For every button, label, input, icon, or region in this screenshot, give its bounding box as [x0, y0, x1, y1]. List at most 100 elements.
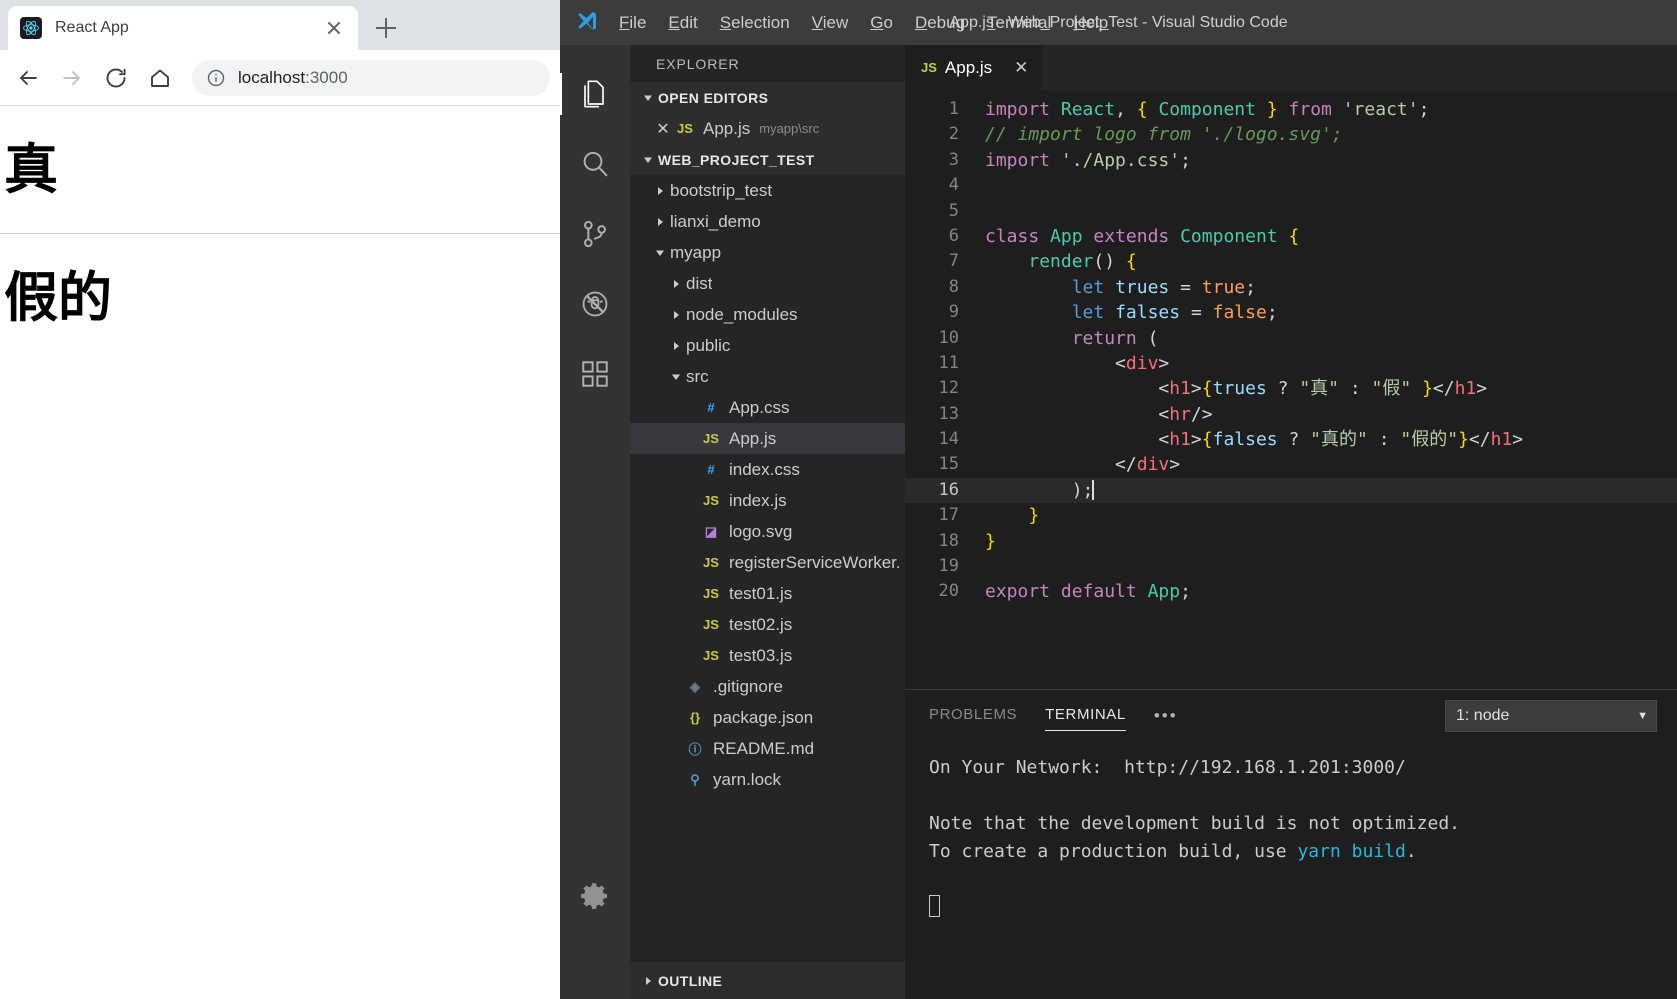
chevron-right-icon [668, 276, 684, 292]
tree-file[interactable]: JS registerServiceWorker.js [630, 547, 905, 578]
address-bar[interactable]: localhost:3000 [192, 59, 550, 96]
menu-item-view[interactable]: View [801, 9, 860, 37]
reload-icon[interactable] [98, 60, 134, 96]
close-icon[interactable] [322, 16, 346, 40]
menu-item-edit[interactable]: Edit [657, 9, 708, 37]
tree-folder[interactable]: bootstrip_test [630, 175, 905, 206]
arrow-left-icon[interactable] [10, 60, 46, 96]
tree-file[interactable]: JS test02.js [630, 609, 905, 640]
menu-item-terminal[interactable]: Terminal [976, 9, 1062, 37]
browser-window: React App localhost:3000 真 假的 [0, 0, 560, 999]
tree-file[interactable]: # App.css [630, 392, 905, 423]
terminal-instance-select[interactable]: 1: node ▼ [1445, 700, 1657, 732]
tree-file[interactable]: {} package.json [630, 702, 905, 733]
tree-file[interactable]: ◪ logo.svg [630, 516, 905, 547]
activity-bar [560, 45, 630, 999]
editor-tab-bar: JS App.js ✕ [905, 45, 1677, 90]
menu-item-file[interactable]: File [608, 9, 657, 37]
code-editor[interactable]: 1 import React, { Component } from 'react… [905, 90, 1677, 689]
code-line[interactable]: 3 import './App.css'; [905, 148, 1677, 173]
code-line[interactable]: 6 class App extends Component { [905, 224, 1677, 249]
code-line[interactable]: 17 } [905, 503, 1677, 528]
line-number: 12 [938, 378, 959, 399]
tree-file[interactable]: ◈ .gitignore [630, 671, 905, 702]
tree-file[interactable]: ⚲ yarn.lock [630, 764, 905, 795]
debug-no-icon[interactable] [560, 269, 630, 339]
code-line[interactable]: 15 </div> [905, 452, 1677, 477]
files-explorer-icon[interactable] [560, 59, 630, 129]
extensions-icon[interactable] [560, 339, 630, 409]
bottom-panel: PROBLEMS TERMINAL ••• 1: node ▼ On Your … [905, 689, 1677, 999]
tree-folder[interactable]: lianxi_demo [630, 206, 905, 237]
code-line[interactable]: 4 [905, 173, 1677, 198]
plus-icon[interactable] [372, 14, 400, 42]
open-editor-item[interactable]: ✕ JS App.js myapp\src [630, 113, 905, 144]
close-icon[interactable]: ✕ [652, 119, 674, 139]
tree-folder[interactable]: node_modules [630, 299, 905, 330]
tree-folder-label: dist [686, 273, 713, 293]
url-port: :3000 [305, 67, 348, 87]
close-icon[interactable]: ✕ [1014, 58, 1028, 78]
terminal-output[interactable]: On Your Network: http://192.168.1.201:30… [905, 742, 1677, 999]
tree-folder[interactable]: public [630, 330, 905, 361]
home-icon[interactable] [142, 60, 178, 96]
code-line[interactable]: 20 export default App; [905, 579, 1677, 604]
code-line[interactable]: 1 import React, { Component } from 'react… [905, 97, 1677, 122]
menu-item-help[interactable]: Help [1062, 9, 1119, 37]
tree-folder-label: src [686, 366, 709, 386]
section-project-label: WEB_PROJECT_TEST [658, 151, 815, 168]
tree-folder[interactable]: dist [630, 268, 905, 299]
tree-file[interactable]: JS App.js [630, 423, 905, 454]
tab-app-js[interactable]: JS App.js ✕ [905, 45, 1044, 90]
code-line-text: <div> [1115, 352, 1170, 374]
code-line[interactable]: 18} [905, 529, 1677, 554]
tree-file-label: App.css [729, 397, 790, 417]
url-host: localhost [238, 67, 306, 87]
tree-folder[interactable]: myapp [630, 237, 905, 268]
tree-file[interactable]: JS test03.js [630, 640, 905, 671]
js-file-icon: JS [703, 617, 719, 632]
gear-icon[interactable] [560, 861, 630, 931]
page-content: 真 假的 [0, 140, 560, 999]
tree-file-label: README.md [713, 738, 815, 758]
tree-file[interactable]: # index.css [630, 454, 905, 485]
tree-file[interactable]: JS index.js [630, 485, 905, 516]
page-divider [0, 233, 560, 235]
code-line[interactable]: 7 render() { [905, 249, 1677, 274]
sidebar-explorer: EXPLORER OPEN EDITORS ✕ JS App.js myapp\… [630, 45, 905, 999]
tab-terminal[interactable]: TERMINAL [1045, 701, 1126, 731]
tree-file[interactable]: JS test01.js [630, 578, 905, 609]
code-line[interactable]: 13 <hr/> [905, 402, 1677, 427]
section-open-editors[interactable]: OPEN EDITORS [630, 82, 905, 113]
code-line[interactable]: 8 let trues = true; [905, 275, 1677, 300]
section-project-root[interactable]: WEB_PROJECT_TEST [630, 144, 905, 175]
code-line[interactable]: 9 let falses = false; [905, 300, 1677, 325]
menu-item-selection[interactable]: Selection [709, 9, 801, 37]
section-outline[interactable]: OUTLINE [630, 962, 905, 999]
page-heading-true: 真 [4, 138, 58, 201]
menu-item-go[interactable]: Go [859, 9, 904, 37]
source-control-icon[interactable] [560, 199, 630, 269]
line-number: 14 [938, 429, 959, 450]
editor-tab-label: App.js [944, 57, 993, 77]
ellipsis-icon[interactable]: ••• [1154, 706, 1178, 726]
code-line[interactable]: 16 ); [905, 477, 1677, 504]
browser-tab[interactable]: React App [8, 6, 358, 50]
search-icon[interactable] [560, 129, 630, 199]
line-number: 11 [938, 352, 959, 373]
address-bar-text: localhost:3000 [238, 68, 348, 88]
code-line-text: import React, { Component } from 'react'… [985, 99, 1430, 120]
code-line[interactable]: 5 [905, 199, 1677, 224]
code-line[interactable]: 14 <h1>{falses ? "真的" : "假的"}</h1> [905, 427, 1677, 452]
tree-file[interactable]: ⓘ README.md [630, 733, 905, 764]
line-number: 17 [938, 505, 959, 526]
tree-folder[interactable]: src [630, 361, 905, 392]
code-line[interactable]: 2 // import logo from './logo.svg'; [905, 122, 1677, 147]
vscode-body: EXPLORER OPEN EDITORS ✕ JS App.js myapp\… [560, 45, 1677, 999]
tab-problems[interactable]: PROBLEMS [929, 701, 1017, 731]
code-line[interactable]: 11 <div> [905, 351, 1677, 376]
code-line[interactable]: 12 <h1>{trues ? "真" : "假" }</h1> [905, 376, 1677, 401]
code-line[interactable]: 10 return ( [905, 326, 1677, 351]
menu-item-debug[interactable]: Debug [904, 9, 976, 37]
code-line[interactable]: 19 [905, 554, 1677, 579]
